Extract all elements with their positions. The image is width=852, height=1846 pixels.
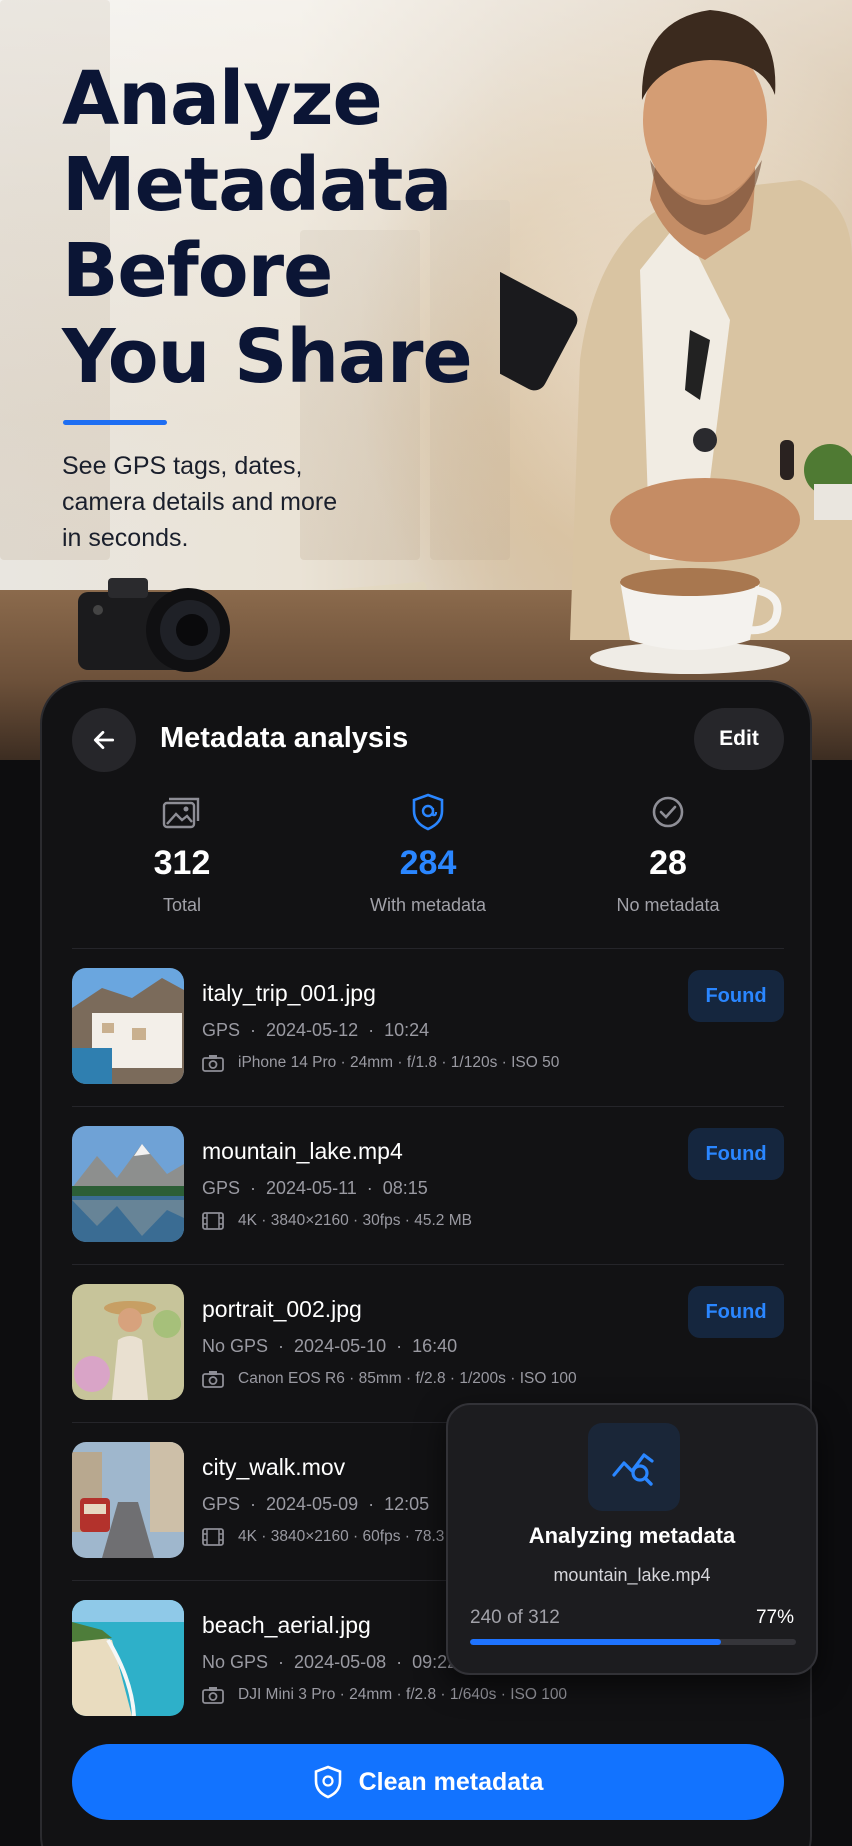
device-details: 4K · 3840×2160 · 30fps · 45.2 MB xyxy=(202,1212,472,1230)
stat-label: With metadata xyxy=(369,895,487,915)
plant-illustration xyxy=(804,444,852,520)
file-name: beach_aerial.jpg xyxy=(202,1612,371,1638)
file-name: mountain_lake.mp4 xyxy=(202,1138,403,1164)
status-badge: Found xyxy=(688,1128,784,1180)
edit-button[interactable]: Edit xyxy=(694,708,784,770)
stats-row: 312 Total 284 With metadata 28 No metada… xyxy=(72,792,784,915)
camera-illustration xyxy=(78,578,230,672)
file-thumbnail xyxy=(72,1442,184,1558)
device-details: Canon EOS R6 · 85mm · f/2.8 · 1/200s · I… xyxy=(202,1370,577,1388)
list-item[interactable]: portrait_002.jpg No GPS · 2024-05-10 · 1… xyxy=(72,1264,784,1422)
stat-value: 28 xyxy=(649,844,687,882)
hero-image: Analyze Metadata Before You Share See GP… xyxy=(0,0,852,760)
file-meta: GPS · 2024-05-12 · 10:24 xyxy=(202,1020,430,1040)
progress-fill xyxy=(470,1639,722,1645)
file-thumbnail xyxy=(72,1600,184,1716)
device-details: DJI Mini 3 Pro · 24mm · f/2.8 · 1/640s ·… xyxy=(202,1686,567,1704)
camera-icon xyxy=(202,1370,224,1388)
file-name: city_walk.mov xyxy=(202,1454,346,1480)
stat-with-metadata: 284 With metadata xyxy=(318,792,538,916)
stat-no-metadata: 28 No metadata xyxy=(558,792,778,916)
hero-title-line: Metadata xyxy=(62,142,452,228)
stat-value: 312 xyxy=(153,844,211,882)
device-details: 4K · 3840×2160 · 60fps · 78.3 M xyxy=(202,1528,462,1546)
clean-metadata-button[interactable]: Clean metadata xyxy=(72,1744,784,1820)
photos-icon xyxy=(162,797,200,829)
shield-icon xyxy=(412,793,444,831)
file-name: portrait_002.jpg xyxy=(202,1296,362,1322)
file-meta: GPS · 2024-05-09 · 12:05 xyxy=(202,1494,430,1514)
clean-metadata-label: Clean metadata xyxy=(358,1767,544,1796)
stat-label: No metadata xyxy=(616,895,720,915)
status-badge: Found xyxy=(688,1286,784,1338)
film-icon xyxy=(202,1528,224,1546)
camera-icon xyxy=(202,1054,224,1072)
file-name: italy_trip_001.jpg xyxy=(202,980,376,1006)
popup-filename: mountain_lake.mp4 xyxy=(553,1565,711,1585)
progress-percent: 77% xyxy=(755,1607,794,1628)
status-badge: Found xyxy=(688,970,784,1022)
file-thumbnail xyxy=(72,968,184,1084)
coffee-cup-illustration xyxy=(590,568,790,674)
analytics-search-icon xyxy=(588,1423,680,1511)
device-details: iPhone 14 Pro · 24mm · f/1.8 · 1/120s · … xyxy=(202,1054,559,1072)
card-header: Metadata analysis Edit xyxy=(72,708,784,772)
analyzing-popup: Analyzing metadata mountain_lake.mp4 240… xyxy=(446,1403,818,1675)
film-icon xyxy=(202,1212,224,1230)
progress-bar xyxy=(470,1639,796,1645)
popup-title: Analyzing metadata xyxy=(528,1523,736,1548)
check-circle-icon xyxy=(652,796,684,828)
file-thumbnail xyxy=(72,1284,184,1400)
file-meta: GPS · 2024-05-11 · 08:15 xyxy=(202,1178,428,1198)
file-meta: No GPS · 2024-05-08 · 09:22 xyxy=(202,1652,458,1672)
hero-subtitle: See GPS tags, dates, camera details and … xyxy=(62,452,338,552)
stat-total: 312 Total xyxy=(72,792,292,916)
person-illustration xyxy=(500,10,852,640)
shield-icon xyxy=(314,1765,341,1799)
page-title: Metadata analysis xyxy=(160,722,409,754)
list-item[interactable]: mountain_lake.mp4 GPS · 2024-05-11 · 08:… xyxy=(72,1106,784,1264)
list-item[interactable]: italy_trip_001.jpg GPS · 2024-05-12 · 10… xyxy=(72,948,784,1106)
file-meta: No GPS · 2024-05-10 · 16:40 xyxy=(202,1336,458,1356)
hero-title: Analyze Metadata Before You Share xyxy=(62,56,482,400)
hero-accent-rule xyxy=(63,420,167,425)
progress-count: 240 of 312 xyxy=(470,1607,560,1628)
back-button[interactable] xyxy=(72,708,136,772)
arrow-left-icon xyxy=(93,731,115,749)
stat-value: 284 xyxy=(399,844,457,882)
stat-label: Total xyxy=(162,895,202,915)
file-thumbnail xyxy=(72,1126,184,1242)
hero-title-line: Before xyxy=(62,228,333,314)
camera-icon xyxy=(202,1686,224,1704)
hero-title-line: You Share xyxy=(62,314,473,400)
hero-title-line: Analyze xyxy=(62,56,383,142)
